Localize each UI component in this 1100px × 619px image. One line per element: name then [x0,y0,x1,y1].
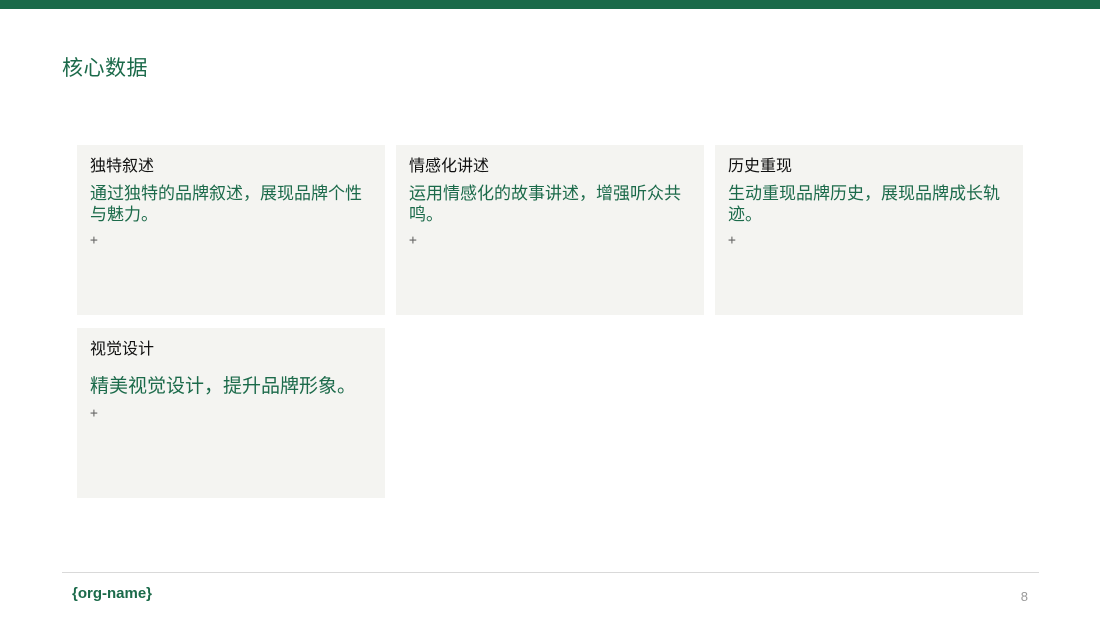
card-description: 运用情感化的故事讲述，增强听众共鸣。 [409,184,681,225]
card-unique-narrative: 独特叙述 通过独特的品牌叙述，展现品牌个性与魅力。 + [77,145,385,315]
plus-icon: + [728,233,736,248]
card-title: 情感化讲述 [409,156,490,175]
card-title: 历史重现 [728,156,793,175]
footer-divider [62,572,1039,573]
slide-title: 核心数据 [62,56,148,80]
plus-icon: + [90,406,98,421]
plus-icon: + [90,233,98,248]
footer-org-name: {org-name} [72,585,153,602]
card-description: 生动重现品牌历史，展现品牌成长轨迹。 [728,184,1000,225]
card-description: 精美视觉设计，提升品牌形象。 [90,375,357,397]
card-visual-design: 视觉设计 精美视觉设计，提升品牌形象。 + [77,328,385,498]
card-description: 通过独特的品牌叙述，展现品牌个性与魅力。 [90,184,362,225]
slide: 核心数据 独特叙述 通过独特的品牌叙述，展现品牌个性与魅力。 + 情感化讲述 运… [0,0,1100,619]
plus-icon: + [409,233,417,248]
card-title: 独特叙述 [90,156,155,175]
card-history-reenactment: 历史重现 生动重现品牌历史，展现品牌成长轨迹。 + [715,145,1023,315]
card-emotional-storytelling: 情感化讲述 运用情感化的故事讲述，增强听众共鸣。 + [396,145,704,315]
page-number: 8 [1020,589,1028,604]
top-accent-bar [0,0,1100,9]
card-title: 视觉设计 [90,339,155,358]
